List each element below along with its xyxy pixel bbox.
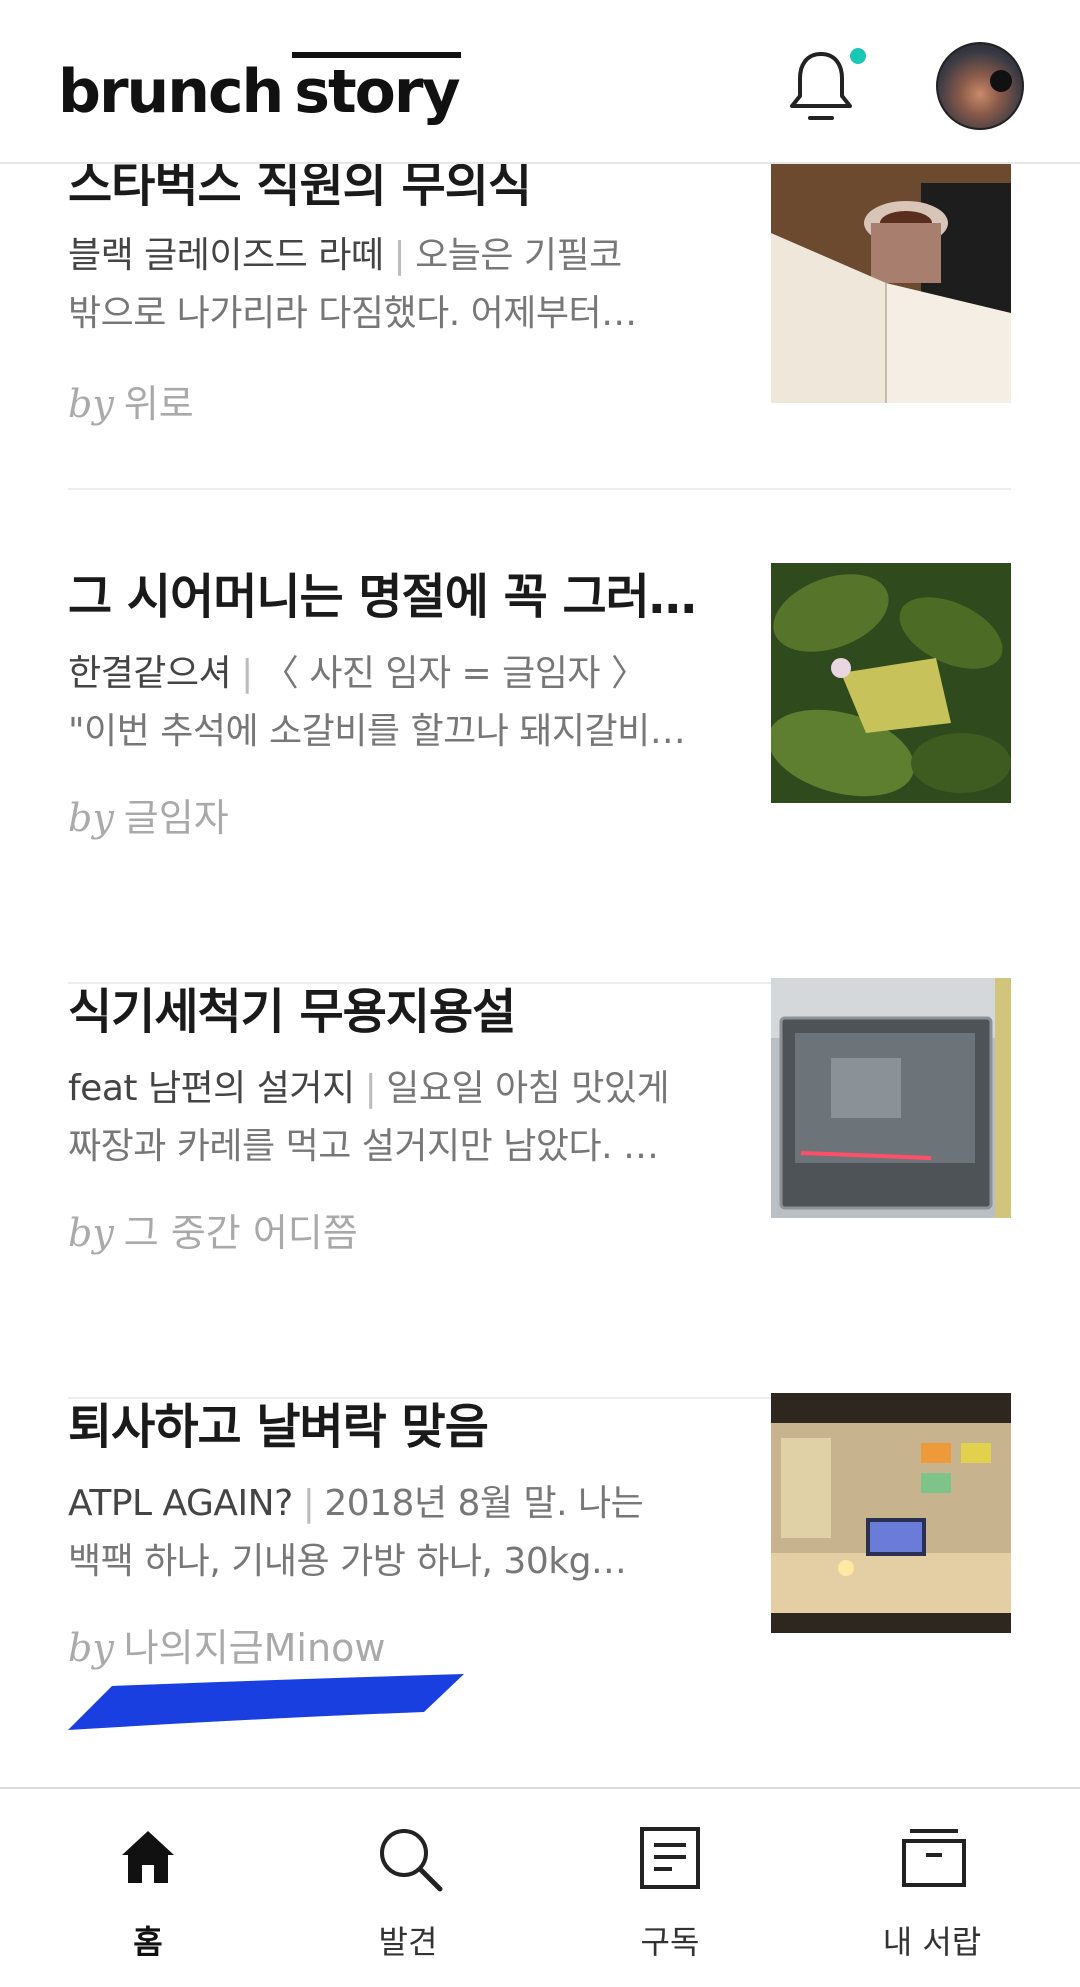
article-subtitle: 블랙 글레이즈드 라떼 [68,235,384,276]
nav-drawer[interactable]: 내 서랍 [832,1789,1032,1987]
article-card[interactable]: 퇴사하고 날벼락 맞음 ATPL AGAIN? | 2018년 8월 말. 나는 백… [68,1393,1011,1814]
article-excerpt: 한결같으셔 | 〈 사진 임자 = 글임자 〉 "이번 추석에 소갈비를 할끄나 돼… [68,653,686,752]
nav-discover[interactable]: 발견 [308,1789,508,1987]
article-excerpt: 블랙 글레이즈드 라떼 | 오늘은 기필코 밖으로 나가리라 다짐했다. 어제부터… [68,235,637,334]
bell-icon[interactable] [786,48,856,124]
article-subtitle: ATPL AGAIN? [68,1483,293,1524]
separator: | [393,235,406,276]
article-title: 식기세척기 무용지용설 [68,984,516,1040]
article-subtitle: 한결같으셔 [68,653,232,694]
nav-label: 내 서랍 [882,1923,982,1961]
nav-label: 홈 [133,1923,163,1961]
drawer-icon [902,1829,966,1887]
bottom-nav: 홈 발견 구독 내 서랍 [0,1787,1080,1987]
article-excerpt: feat 남편의 설거지 | 일요일 아침 맛있게 짜장과 카레를 먹고 설거지만 … [68,1068,670,1167]
article-title: 그 시어머니는 명절에 꼭 그러시… [68,569,718,625]
nav-label: 발견 [378,1923,438,1961]
article-excerpt: ATPL AGAIN? | 2018년 8월 말. 나는 백팩 하나, 기내용 가방… [68,1483,644,1582]
article-card[interactable]: 스타벅스 직원의 무의식 블랙 글레이즈드 라떼 | 오늘은 기필코 밖으로 나가리… [68,155,1011,490]
article-thumbnail [771,163,1011,403]
separator: | [302,1483,315,1524]
separator: | [364,1068,377,1109]
app-header: brunch story [0,0,1080,164]
article-thumbnail [771,978,1011,1218]
article-author: by 나의지금Minow [68,1626,386,1670]
article-thumbnail [771,1393,1011,1633]
article-author: by 그 중간 어디쯤 [68,1211,358,1255]
home-icon [122,1831,174,1883]
nav-label: 구독 [640,1923,700,1961]
avatar[interactable] [936,42,1024,130]
nav-subscribe[interactable]: 구독 [570,1789,770,1987]
nav-home[interactable]: 홈 [48,1789,248,1987]
notification-badge [850,48,866,64]
article-title: 퇴사하고 날벼락 맞음 [68,1399,489,1455]
brunch-story-logo[interactable]: brunch story [58,42,461,122]
article-subtitle: feat 남편의 설거지 [68,1068,355,1109]
article-card[interactable]: 그 시어머니는 명절에 꼭 그러시… 한결같으셔 | 〈 사진 임자 = 글임자 〉… [68,563,1011,984]
separator: | [241,653,253,694]
article-title: 스타벅스 직원의 무의식 [68,157,532,213]
marker-annotation [68,1674,464,1730]
search-icon [380,1829,443,1892]
article-thumbnail [771,563,1011,803]
article-card[interactable]: 식기세척기 무용지용설 feat 남편의 설거지 | 일요일 아침 맛있게 짜장과 … [68,978,1011,1399]
article-author: by 위로 [68,382,194,426]
document-icon [640,1827,700,1889]
article-author: by 글임자 [68,796,229,840]
